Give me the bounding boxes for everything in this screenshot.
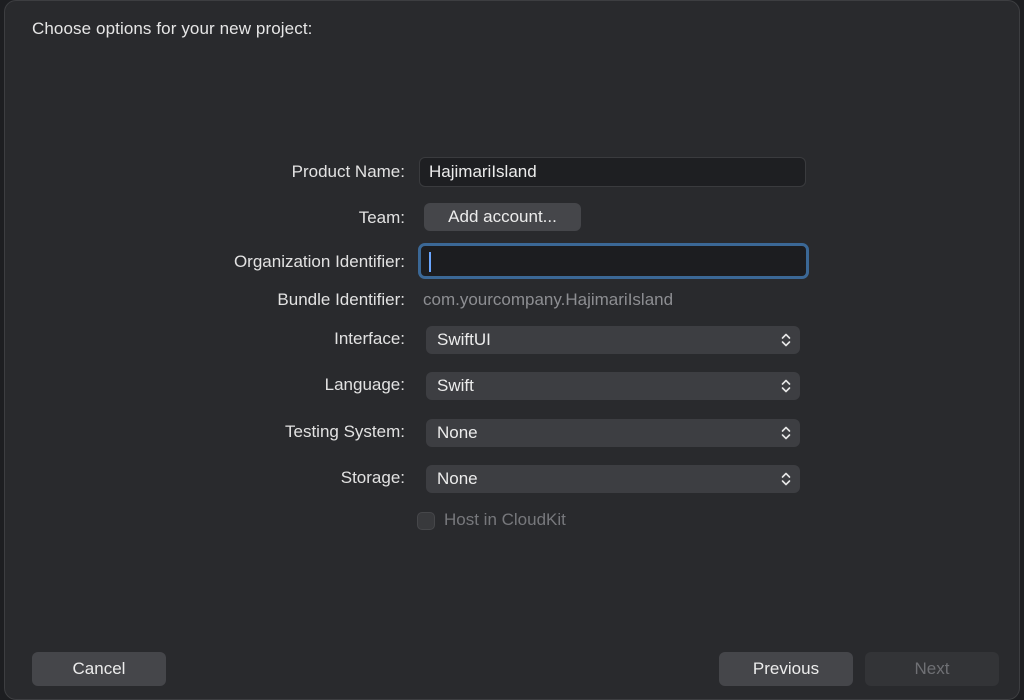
cancel-button[interactable]: Cancel: [32, 652, 166, 686]
organization-identifier-field[interactable]: [418, 243, 809, 279]
host-in-cloudkit-label: Host in CloudKit: [444, 510, 566, 529]
testing-system-label: Testing System:: [285, 422, 405, 441]
team-label: Team:: [358, 208, 405, 227]
next-button[interactable]: Next: [865, 652, 999, 686]
language-label: Language:: [324, 375, 405, 394]
storage-selected: None: [437, 469, 478, 488]
product-name-label: Product Name:: [291, 162, 405, 181]
interface-selected: SwiftUI: [437, 330, 491, 349]
storage-label: Storage:: [340, 468, 405, 487]
chevron-up-down-icon: [781, 472, 791, 486]
testing-system-popup[interactable]: None: [426, 419, 800, 447]
new-project-options-dialog: Choose options for your new project: Pro…: [4, 0, 1020, 700]
bundle-identifier-label: Bundle Identifier:: [277, 290, 405, 309]
interface-label: Interface:: [334, 329, 405, 348]
bundle-identifier-value: com.yourcompany.HajimariIsland: [423, 290, 674, 309]
organization-identifier-label: Organization Identifier:: [233, 252, 405, 271]
testing-system-selected: None: [437, 423, 478, 442]
language-selected: Swift: [437, 376, 474, 395]
previous-button[interactable]: Previous: [719, 652, 853, 686]
product-name-value: HajimariIsland: [429, 162, 537, 181]
storage-popup[interactable]: None: [426, 465, 800, 493]
host-in-cloudkit-checkbox[interactable]: [417, 512, 435, 530]
language-popup[interactable]: Swift: [426, 372, 800, 400]
text-caret: [429, 252, 431, 272]
chevron-up-down-icon: [781, 333, 791, 347]
interface-popup[interactable]: SwiftUI: [426, 326, 800, 354]
add-account-button[interactable]: Add account...: [424, 203, 581, 231]
chevron-up-down-icon: [781, 426, 791, 440]
dialog-title: Choose options for your new project:: [32, 19, 313, 38]
chevron-up-down-icon: [781, 379, 791, 393]
product-name-field[interactable]: HajimariIsland: [419, 157, 806, 187]
